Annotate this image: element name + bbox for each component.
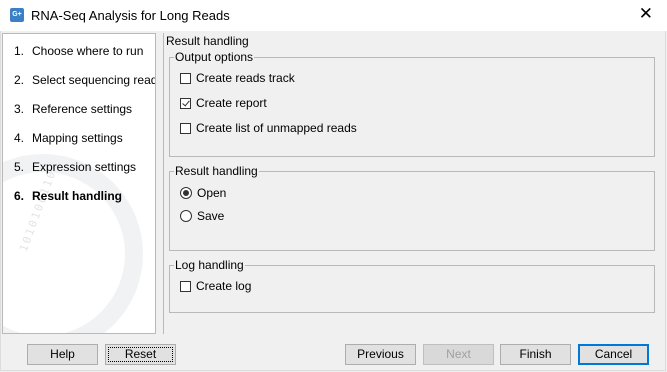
finish-button[interactable]: Finish — [500, 344, 571, 365]
radio-button[interactable] — [180, 187, 192, 199]
create-unmapped-list-checkbox[interactable]: Create list of unmapped reads — [180, 121, 357, 135]
checkbox-box[interactable] — [180, 97, 191, 109]
checkbox-box[interactable] — [180, 72, 191, 84]
radio-label: Open — [197, 186, 227, 200]
previous-button[interactable]: Previous — [345, 344, 416, 365]
step-label: Choose where to run — [32, 44, 144, 58]
checkbox-label: Create report — [196, 96, 267, 110]
step-label: Select sequencing reads — [32, 73, 156, 87]
checkbox-box[interactable] — [180, 122, 191, 134]
checkbox-box[interactable] — [180, 280, 191, 292]
result-handling-group — [169, 171, 655, 251]
title-bar: G+ RNA-Seq Analysis for Long Reads ✕ — [0, 0, 667, 31]
step-label: Expression settings — [32, 160, 137, 174]
step-select-sequencing-reads[interactable]: 2. Select sequencing reads — [14, 73, 156, 87]
step-label: Mapping settings — [32, 131, 123, 145]
cancel-button[interactable]: Cancel — [578, 344, 649, 365]
step-number: 1. — [14, 44, 25, 58]
step-label: Result handling — [32, 189, 122, 203]
radio-button[interactable] — [180, 210, 192, 222]
reset-button[interactable]: Reset — [105, 344, 176, 365]
result-handling-title: Result handling — [174, 164, 259, 178]
close-icon[interactable]: ✕ — [639, 5, 653, 23]
step-number: 5. — [14, 160, 25, 174]
step-label: Reference settings — [32, 102, 133, 116]
app-icon: G+ — [10, 8, 24, 22]
create-log-checkbox[interactable]: Create log — [180, 279, 251, 293]
create-reads-track-checkbox[interactable]: Create reads track — [180, 71, 295, 85]
create-report-checkbox[interactable]: Create report — [180, 96, 267, 110]
step-mapping-settings[interactable]: 4. Mapping settings — [14, 131, 123, 145]
checkbox-label: Create log — [196, 279, 252, 293]
radio-label: Save — [197, 209, 225, 223]
checkbox-label: Create reads track — [196, 71, 295, 85]
steps-panel: 1010100110 1. Choose where to run 2. Selec… — [2, 33, 156, 334]
checkbox-label: Create list of unmapped reads — [196, 121, 357, 135]
step-choose-where-to-run[interactable]: 1. Choose where to run — [14, 44, 143, 58]
open-radio[interactable]: Open — [180, 186, 226, 200]
step-expression-settings[interactable]: 5. Expression settings — [14, 160, 136, 174]
log-handling-title: Log handling — [174, 258, 245, 272]
step-number: 6. — [14, 189, 25, 203]
page-title: Result handling — [166, 34, 249, 48]
step-number: 4. — [14, 131, 25, 145]
output-options-title: Output options — [174, 50, 255, 64]
window-title: RNA-Seq Analysis for Long Reads — [31, 8, 230, 23]
step-number: 3. — [14, 102, 25, 116]
step-result-handling[interactable]: 6. Result handling — [14, 189, 122, 203]
next-button[interactable]: Next — [423, 344, 494, 365]
step-reference-settings[interactable]: 3. Reference settings — [14, 102, 132, 116]
help-button[interactable]: Help — [27, 344, 98, 365]
step-number: 2. — [14, 73, 25, 87]
save-radio[interactable]: Save — [180, 209, 224, 223]
